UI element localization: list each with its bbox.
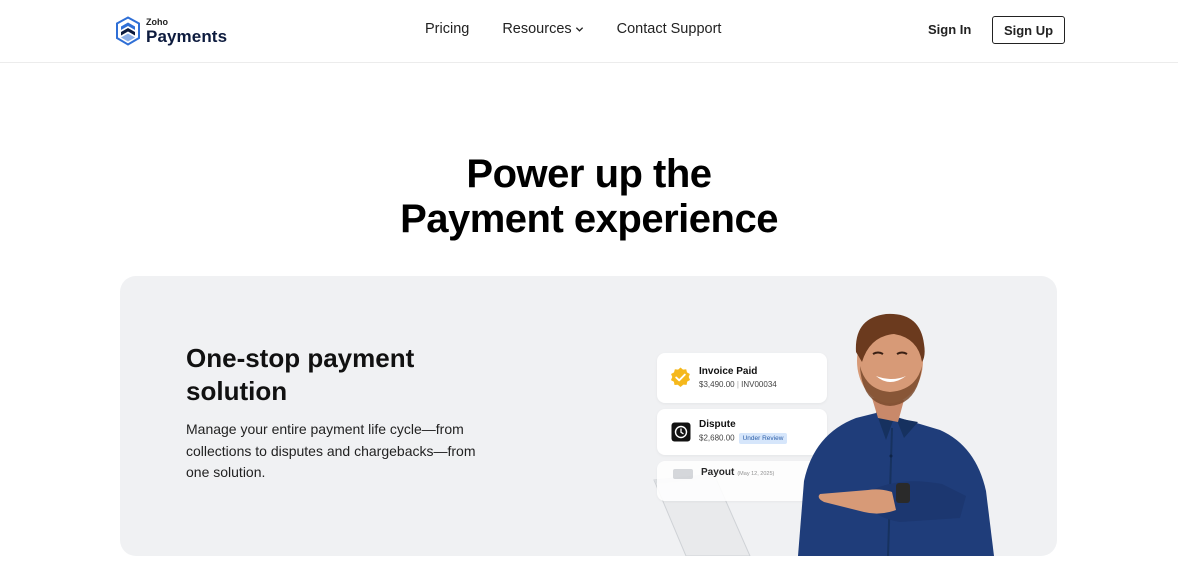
dispute-amount: $2,680.00 bbox=[699, 433, 735, 443]
feature-description: Manage your entire payment life cycle—fr… bbox=[186, 421, 476, 480]
nav-pricing[interactable]: Pricing bbox=[425, 21, 469, 37]
main-nav: Pricing Resources Contact Support bbox=[425, 21, 721, 37]
payout-title-text: Payout bbox=[701, 467, 735, 478]
verified-badge-icon bbox=[670, 367, 691, 388]
hero-heading-line2: Payment experience bbox=[400, 197, 778, 241]
invoice-paid-title: Invoice Paid bbox=[699, 366, 758, 377]
invoice-ref: INV00034 bbox=[741, 380, 777, 389]
nav-resources-label: Resources bbox=[502, 21, 572, 37]
hero-heading-line1: Power up the bbox=[466, 152, 712, 196]
payout-icon bbox=[673, 469, 693, 479]
dispute-details: $2,680.00 Under Review bbox=[699, 433, 788, 444]
logo-zoho-text: Zoho bbox=[146, 16, 168, 27]
sign-in-link[interactable]: Sign In bbox=[928, 22, 971, 37]
nav-contact-support[interactable]: Contact Support bbox=[617, 21, 722, 37]
chevron-down-icon bbox=[575, 26, 583, 32]
feature-card: One-stop payment solution Manage your en… bbox=[120, 276, 1057, 556]
site-header: Zoho Payments Pricing Resources Contact … bbox=[0, 0, 1178, 63]
hero-heading: Power up the Payment experience bbox=[0, 152, 1178, 242]
payout-title: Payout (May 12, 2025) bbox=[701, 467, 774, 478]
nav-resources[interactable]: Resources bbox=[502, 21, 583, 37]
sign-up-button[interactable]: Sign Up bbox=[992, 16, 1065, 44]
logo-payments-text: Payments bbox=[146, 26, 228, 46]
feature-title: One-stop payment solution bbox=[186, 343, 415, 406]
invoice-amount: $3,490.00 bbox=[699, 380, 735, 389]
payout-date: (May 12, 2025) bbox=[737, 471, 775, 477]
invoice-paid-details: $3,490.00 | INV00034 bbox=[699, 380, 777, 389]
zoho-payments-logo-icon bbox=[116, 16, 140, 46]
smiling-man-pointing-image bbox=[798, 313, 994, 556]
clock-icon bbox=[671, 422, 691, 442]
dispute-title: Dispute bbox=[699, 419, 736, 430]
zoho-payments-logo[interactable]: Zoho Payments bbox=[115, 15, 227, 47]
